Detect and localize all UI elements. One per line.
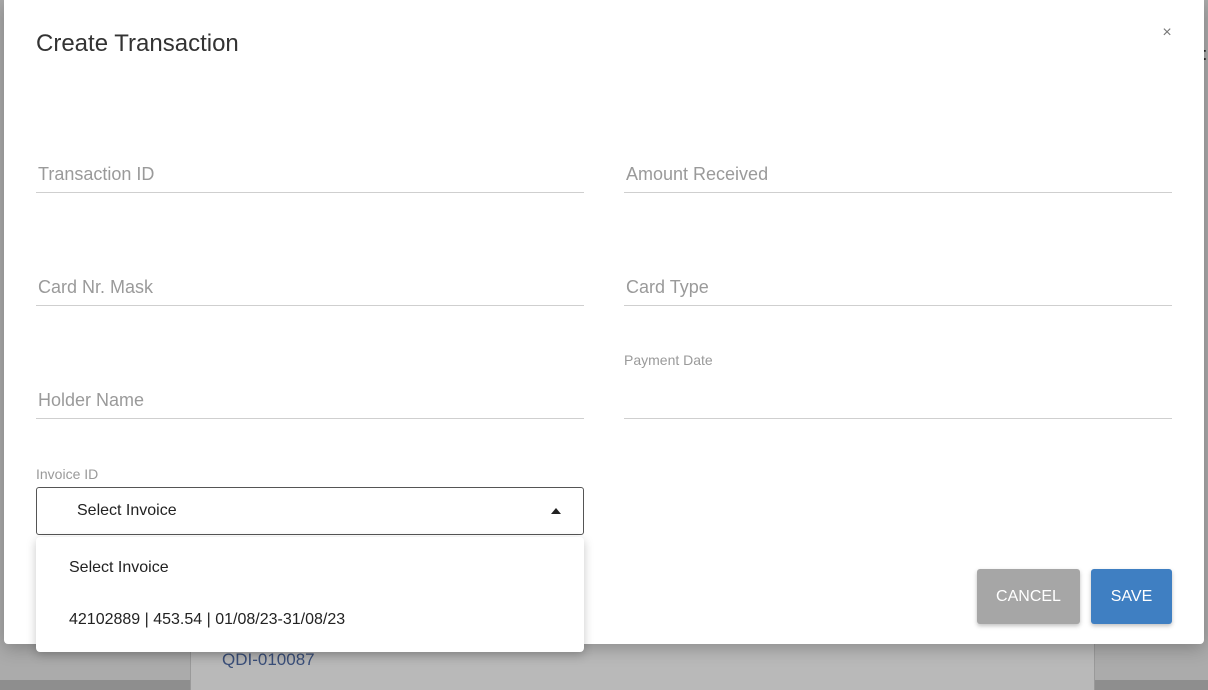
invoice-option[interactable]: Select Invoice <box>36 545 584 591</box>
holder-name-field[interactable] <box>36 388 588 419</box>
create-transaction-modal: Create Transaction × Payment Date Invoic… <box>4 0 1204 652</box>
transaction-id-input[interactable] <box>36 163 588 186</box>
amount-received-input[interactable] <box>624 163 1176 186</box>
invoice-option-label: 42102889 | 453.54 | 01/08/23-31/08/23 <box>69 611 346 628</box>
save-button[interactable]: SAVE <box>1091 569 1172 624</box>
invoice-select-value: Select Invoice <box>77 502 177 519</box>
payment-date-input[interactable] <box>624 389 1176 412</box>
caret-up-icon <box>551 508 561 514</box>
modal-title: Create Transaction <box>36 30 239 57</box>
invoice-option[interactable]: 42102889 | 453.54 | 01/08/23-31/08/23 <box>36 597 584 643</box>
payment-date-label: Payment Date <box>624 352 713 368</box>
invoice-select[interactable]: Select Invoice <box>36 487 584 535</box>
invoice-dropdown-menu: Select Invoice 42102889 | 453.54 | 01/08… <box>36 537 584 652</box>
holder-name-input[interactable] <box>36 389 588 412</box>
amount-received-field[interactable] <box>624 162 1176 193</box>
background-link[interactable]: QDI-010087 <box>222 650 315 670</box>
payment-date-field[interactable] <box>624 388 1176 419</box>
card-type-input[interactable] <box>624 276 1176 299</box>
transaction-id-field[interactable] <box>36 162 588 193</box>
card-type-field[interactable] <box>624 275 1176 306</box>
invoice-id-label: Invoice ID <box>36 466 99 482</box>
card-nr-mask-input[interactable] <box>36 276 588 299</box>
cancel-button[interactable]: CANCEL <box>977 569 1080 624</box>
invoice-option-label: Select Invoice <box>69 559 169 576</box>
card-nr-mask-field[interactable] <box>36 275 588 306</box>
close-icon[interactable]: × <box>1158 24 1176 42</box>
